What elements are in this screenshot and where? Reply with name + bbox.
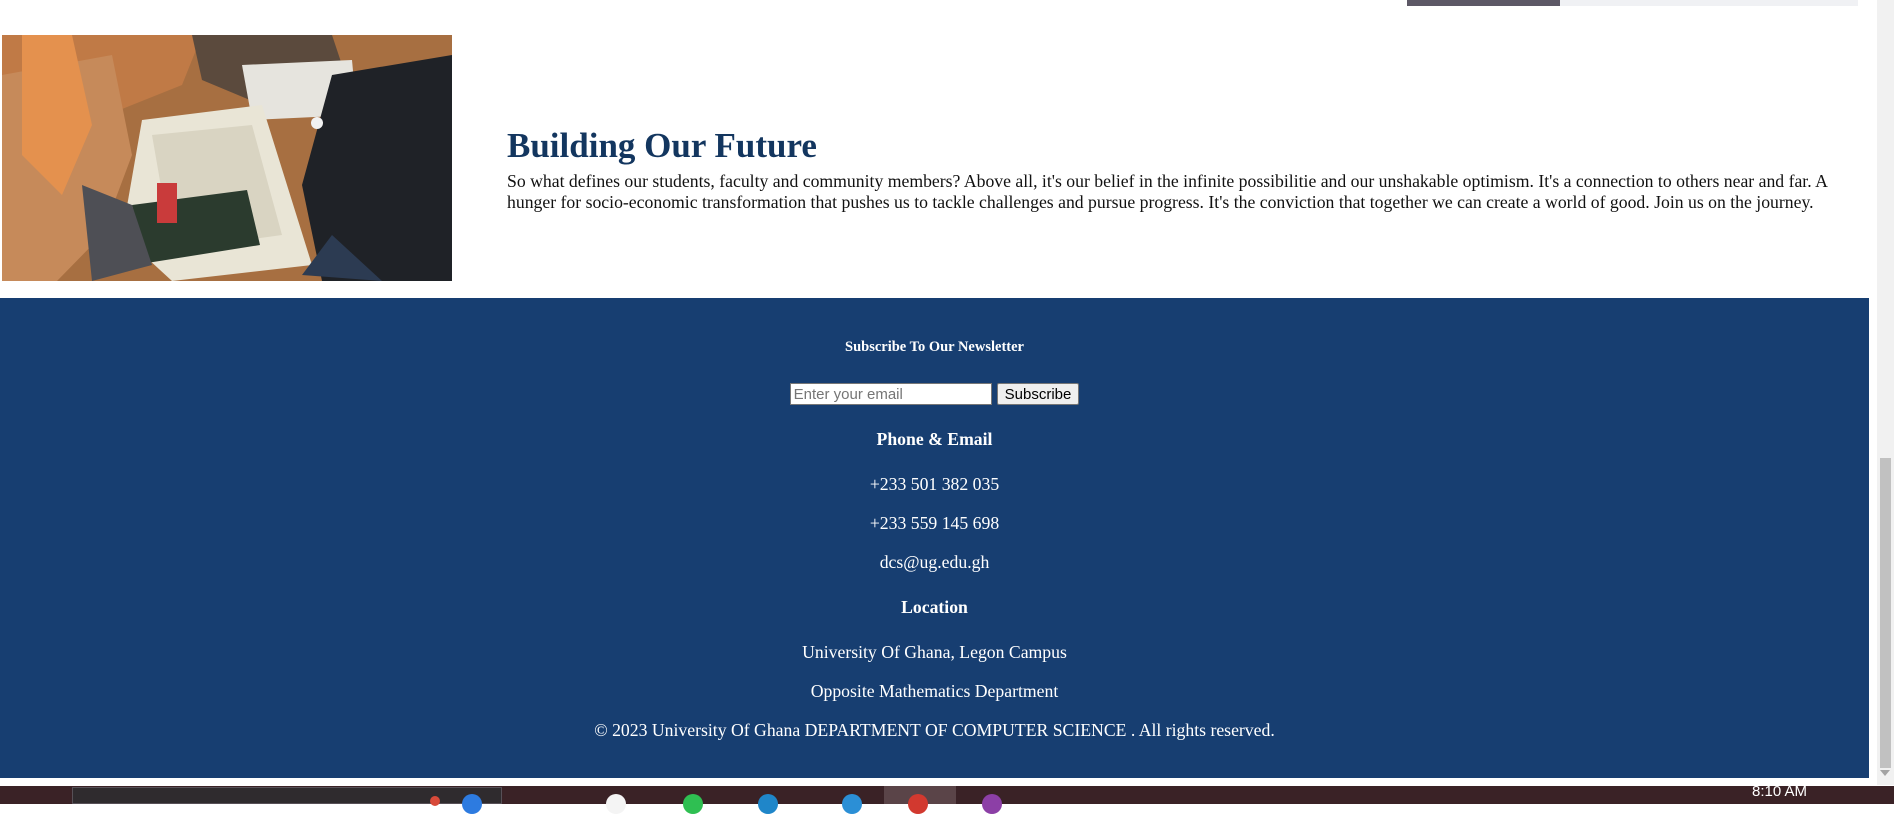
scrollbar-thumb[interactable] xyxy=(1880,458,1891,768)
taskbar-app-icon[interactable] xyxy=(462,794,482,814)
previous-section-strip xyxy=(1560,0,1858,6)
chrome-icon[interactable] xyxy=(606,794,626,814)
newsletter-email-input[interactable] xyxy=(789,383,992,405)
phone-number-2: +233 559 145 698 xyxy=(869,513,1000,533)
previous-section-image xyxy=(1407,0,1560,6)
scroll-down-arrow-icon[interactable] xyxy=(1880,770,1890,776)
newsletter-form: Subscribe xyxy=(0,383,1869,405)
newsletter-title: Subscribe To Our Newsletter xyxy=(845,339,1024,355)
taskbar-clock[interactable]: 8:10 AM xyxy=(1752,783,1807,800)
contact-heading: Phone & Email xyxy=(876,429,993,449)
app-icon[interactable] xyxy=(982,794,1002,814)
vscode-icon[interactable] xyxy=(842,794,862,814)
feature-title: Building Our Future xyxy=(507,126,817,165)
site-footer: Subscribe To Our Newsletter Subscribe Ph… xyxy=(0,298,1869,778)
location-line-1: University Of Ghana, Legon Campus xyxy=(802,642,1067,662)
students-electronics-photo xyxy=(2,35,452,281)
feature-description: So what defines our students, faculty an… xyxy=(507,171,1827,212)
location-line-2: Opposite Mathematics Department xyxy=(810,681,1059,701)
app-icon[interactable] xyxy=(908,794,928,814)
copyright-text: © 2023 University Of Ghana DEPARTMENT OF… xyxy=(594,720,1275,740)
windows-taskbar: 8:10 AM xyxy=(0,783,1894,814)
subscribe-button[interactable]: Subscribe xyxy=(996,383,1080,405)
phone-number-1: +233 501 382 035 xyxy=(869,474,1000,494)
location-heading: Location xyxy=(901,597,968,617)
edge-icon[interactable] xyxy=(758,794,778,814)
whatsapp-icon[interactable] xyxy=(683,794,703,814)
contact-email: dcs@ug.edu.gh xyxy=(879,552,990,572)
taskbar-app-icon[interactable] xyxy=(430,796,440,806)
